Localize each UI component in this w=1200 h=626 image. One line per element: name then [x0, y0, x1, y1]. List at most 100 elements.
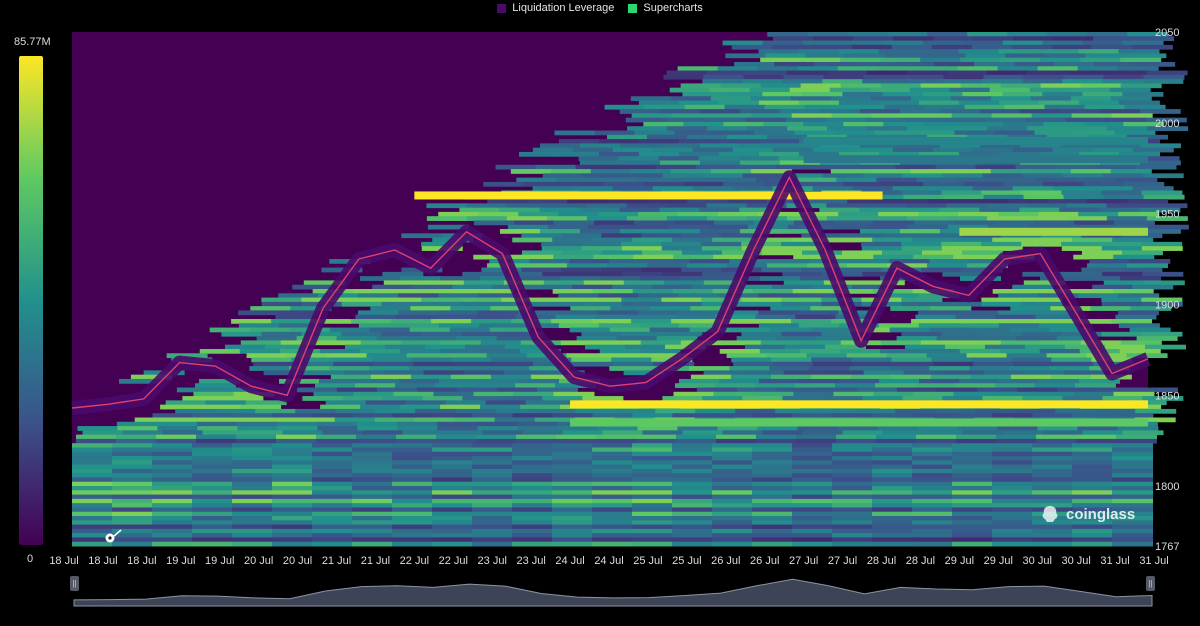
heatmap-cell — [727, 199, 769, 204]
heatmap-cell — [757, 66, 799, 72]
heatmap-cell — [1013, 36, 1055, 42]
heatmap-cell — [461, 301, 503, 307]
heatmap-cell — [517, 426, 559, 431]
heatmap-cell — [626, 216, 668, 221]
heatmap-cell — [712, 477, 753, 483]
heatmap-cell — [205, 400, 247, 406]
heatmap-cell — [352, 456, 393, 461]
navigator-right-handle[interactable]: || — [1146, 576, 1155, 591]
heatmap-cell — [412, 284, 454, 290]
heatmap-cell — [750, 96, 792, 102]
heatmap-cell — [998, 100, 1040, 106]
heatmap-cell — [595, 438, 637, 444]
heatmap-cell — [253, 361, 295, 367]
heatmap-cell — [1040, 83, 1082, 89]
heatmap-cell — [832, 541, 873, 547]
heatmap-cell — [152, 460, 193, 466]
heatmap-cell — [232, 498, 273, 504]
heatmap-cell — [400, 404, 442, 410]
heatmap-cell — [752, 507, 793, 513]
heatmap-cell — [466, 203, 508, 209]
heatmap-cell — [843, 181, 885, 187]
heatmap-cell — [896, 336, 938, 341]
heatmap-cell — [680, 83, 722, 89]
heatmap-cell — [586, 216, 628, 221]
heatmap-cell — [525, 400, 567, 406]
heatmap-cell — [792, 494, 833, 500]
heatmap-cell — [652, 284, 694, 290]
heatmap-cell — [912, 237, 954, 243]
heatmap-cell — [472, 537, 513, 543]
heatmap-cell — [456, 387, 498, 393]
heatmap-cell — [1095, 408, 1137, 414]
heatmap-cell — [421, 331, 463, 337]
heatmap-cell — [579, 229, 621, 234]
heatmap-cell — [356, 421, 398, 427]
heatmap-cell — [1037, 426, 1079, 431]
heatmap-cell — [472, 503, 513, 508]
heatmap-cell — [512, 511, 553, 517]
heatmap-cell — [769, 327, 811, 333]
liquidation-heatmap-chart[interactable]: 205020001950190018501800176718 Jul 18 Jul… — [0, 0, 1200, 572]
heatmap-cell — [712, 451, 753, 457]
heatmap-cell — [1146, 70, 1188, 76]
heatmap-cell — [712, 511, 753, 517]
heatmap-cell — [853, 36, 895, 42]
heatmap-cell — [696, 387, 738, 393]
navigator-left-handle[interactable]: || — [70, 576, 79, 591]
heatmap-cell — [914, 383, 956, 389]
heatmap-cell — [672, 486, 713, 491]
heatmap-cell — [272, 464, 313, 470]
heatmap-cell — [745, 117, 787, 123]
heatmap-cell — [954, 130, 996, 136]
heatmap-cell — [495, 164, 537, 170]
heatmap-cell — [546, 203, 588, 209]
heatmap-cell — [376, 336, 418, 341]
heatmap-cell — [792, 503, 833, 508]
heatmap-cell — [712, 494, 753, 500]
heatmap-cell — [1032, 524, 1073, 530]
heatmap-cell — [1021, 190, 1063, 196]
heatmap-cell — [1072, 464, 1113, 470]
brush-tool-icon[interactable] — [104, 528, 126, 544]
timeline-navigator[interactable]: || || — [68, 572, 1158, 610]
heatmap-cell — [912, 541, 953, 547]
heatmap-cell — [793, 391, 835, 397]
heatmap-cell — [373, 361, 415, 367]
heatmap-cell — [413, 361, 455, 367]
heatmap-cell — [512, 451, 553, 457]
heatmap-cell — [752, 490, 793, 496]
heatmap-cell — [557, 426, 599, 431]
heatmap-cell — [312, 520, 353, 526]
heatmap-cell — [953, 220, 995, 226]
heatmap-cell — [950, 96, 992, 102]
heatmap-cell — [1030, 96, 1072, 102]
heatmap-cell — [192, 520, 233, 526]
heatmap-cell — [792, 451, 833, 457]
heatmap-cell — [799, 378, 841, 384]
heatmap-cell — [272, 456, 313, 461]
heatmap-cell — [112, 498, 153, 504]
heatmap-cell — [392, 486, 433, 491]
heatmap-cell — [472, 413, 514, 418]
heatmap-cell — [272, 511, 313, 517]
heatmap-cell — [632, 533, 673, 538]
heatmap-cell — [911, 113, 953, 119]
heatmap-cell — [792, 481, 833, 487]
heatmap-cell — [998, 323, 1040, 329]
heatmap-cell — [1072, 528, 1113, 534]
heatmap-cell — [1112, 451, 1153, 457]
heatmap-cell — [874, 130, 916, 136]
heatmap-cell — [672, 477, 713, 483]
heatmap-cell — [432, 477, 473, 483]
heatmap-cell — [272, 477, 313, 483]
heatmap-cell — [992, 503, 1033, 508]
heatmap-cell — [1013, 361, 1055, 367]
heatmap-cell — [1121, 250, 1163, 256]
heatmap-cell — [116, 434, 158, 440]
heatmap-cell — [702, 79, 744, 84]
heatmap-cell — [638, 293, 680, 299]
x-tick-label: 23 Jul — [478, 555, 507, 567]
heatmap-cell — [440, 340, 482, 346]
heatmap-cell — [251, 357, 293, 363]
